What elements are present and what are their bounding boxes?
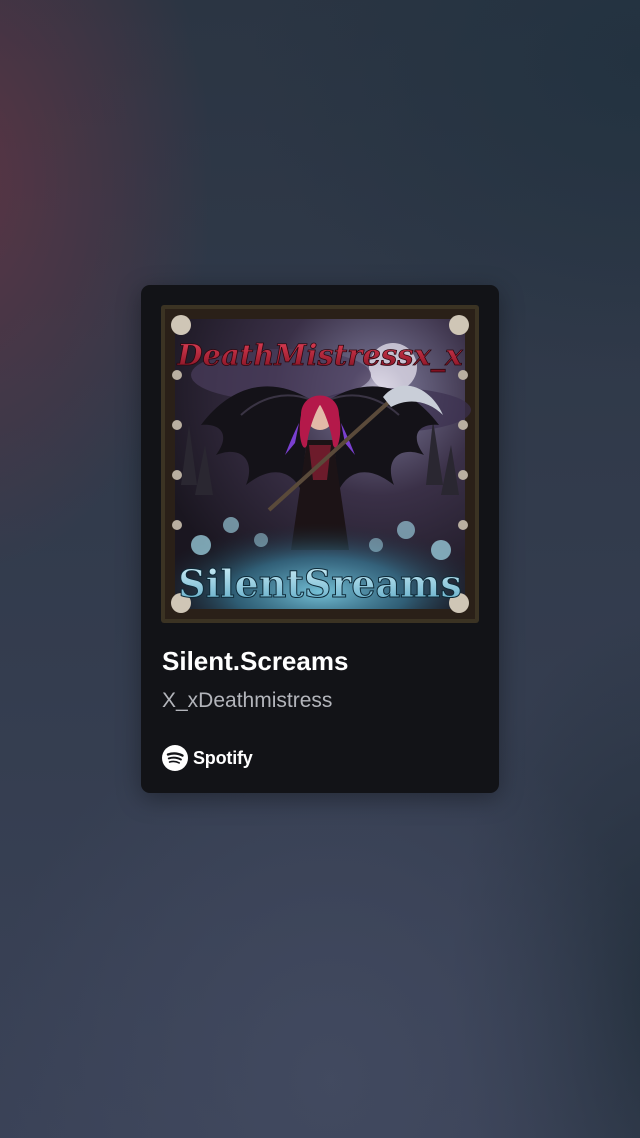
spotify-brand-link[interactable]: Spotify	[162, 744, 253, 772]
track-artist[interactable]: X_xDeathmistress	[162, 687, 332, 715]
track-share-card[interactable]: DeathMistressx_x SilentSreams Silent.Scr…	[141, 285, 499, 793]
album-cover-art: DeathMistressx_x SilentSreams	[161, 305, 479, 623]
album-cover[interactable]: DeathMistressx_x SilentSreams	[161, 305, 479, 623]
cover-title-lettering: SilentSreams	[178, 561, 462, 606]
track-title[interactable]: Silent.Screams	[162, 645, 348, 677]
cover-artist-lettering: DeathMistressx_x	[176, 338, 463, 372]
spotify-wordmark: Spotify	[193, 747, 253, 768]
spotify-logo-icon	[162, 745, 188, 771]
